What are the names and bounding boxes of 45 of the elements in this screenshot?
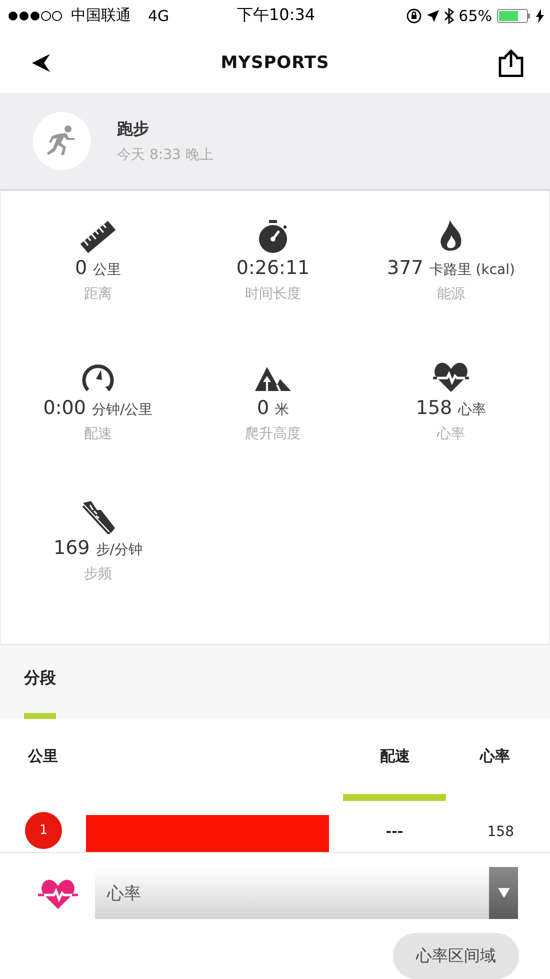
column-header: 心率	[478, 746, 510, 766]
stat-value: 0	[74, 256, 88, 279]
battery-icon	[497, 8, 532, 23]
stat-label: 能源	[437, 284, 465, 303]
stat-value: 169	[54, 536, 90, 559]
stat-unit: 心率	[458, 400, 486, 419]
stat-label: 心率	[437, 424, 465, 443]
stat-unit: 公里	[93, 260, 122, 279]
share-icon	[498, 48, 524, 77]
screen-title: MYSPORTS	[220, 52, 330, 73]
stat-unit: 米	[275, 400, 290, 419]
stat-value: 0:26:11	[236, 256, 310, 279]
charging-icon	[536, 8, 544, 23]
section-tab[interactable]: 分段	[24, 644, 56, 718]
lap-number-badge: 1	[25, 812, 62, 849]
stat-value: 0:00	[43, 396, 86, 419]
table-cell: ---	[386, 824, 404, 840]
table-cell-text: 158	[486, 824, 514, 840]
stat-label: 配速	[84, 424, 112, 443]
column-header: 配速	[380, 746, 411, 766]
rotation-lock-icon	[406, 8, 422, 24]
stat-unit: 步/分钟	[96, 540, 142, 559]
carrier-name: 中国联通	[71, 6, 131, 26]
share-button[interactable]	[496, 46, 526, 79]
stat-label: 步频	[84, 564, 112, 583]
stat-unit: 分钟/公里	[92, 400, 153, 419]
metric-dropdown[interactable]: 心率	[95, 867, 518, 919]
back-arrow-icon	[30, 52, 52, 74]
battery-percent: 65%	[458, 6, 492, 25]
network-type: 4G	[148, 6, 170, 25]
dropdown-arrow-icon	[498, 888, 510, 898]
clock-time: 下午10:34	[236, 5, 316, 26]
stat-label: 时间长度	[245, 284, 301, 303]
location-icon	[426, 10, 439, 22]
stat-label: 距离	[84, 284, 112, 303]
bluetooth-icon	[444, 8, 454, 24]
activity-name: 跑步	[117, 118, 150, 140]
heart-rate-zones-button[interactable]: 心率区间域	[393, 933, 519, 979]
column-header: 公里	[28, 746, 59, 766]
stat-value: 0	[256, 396, 270, 419]
activity-time: 今天 8:33 晚上	[117, 146, 214, 164]
stat-label: 爬升高度	[245, 424, 301, 443]
stat-value: 158	[416, 396, 452, 419]
stat-unit: 卡路里 (kcal)	[429, 260, 515, 279]
stat-value: 377	[387, 256, 424, 279]
